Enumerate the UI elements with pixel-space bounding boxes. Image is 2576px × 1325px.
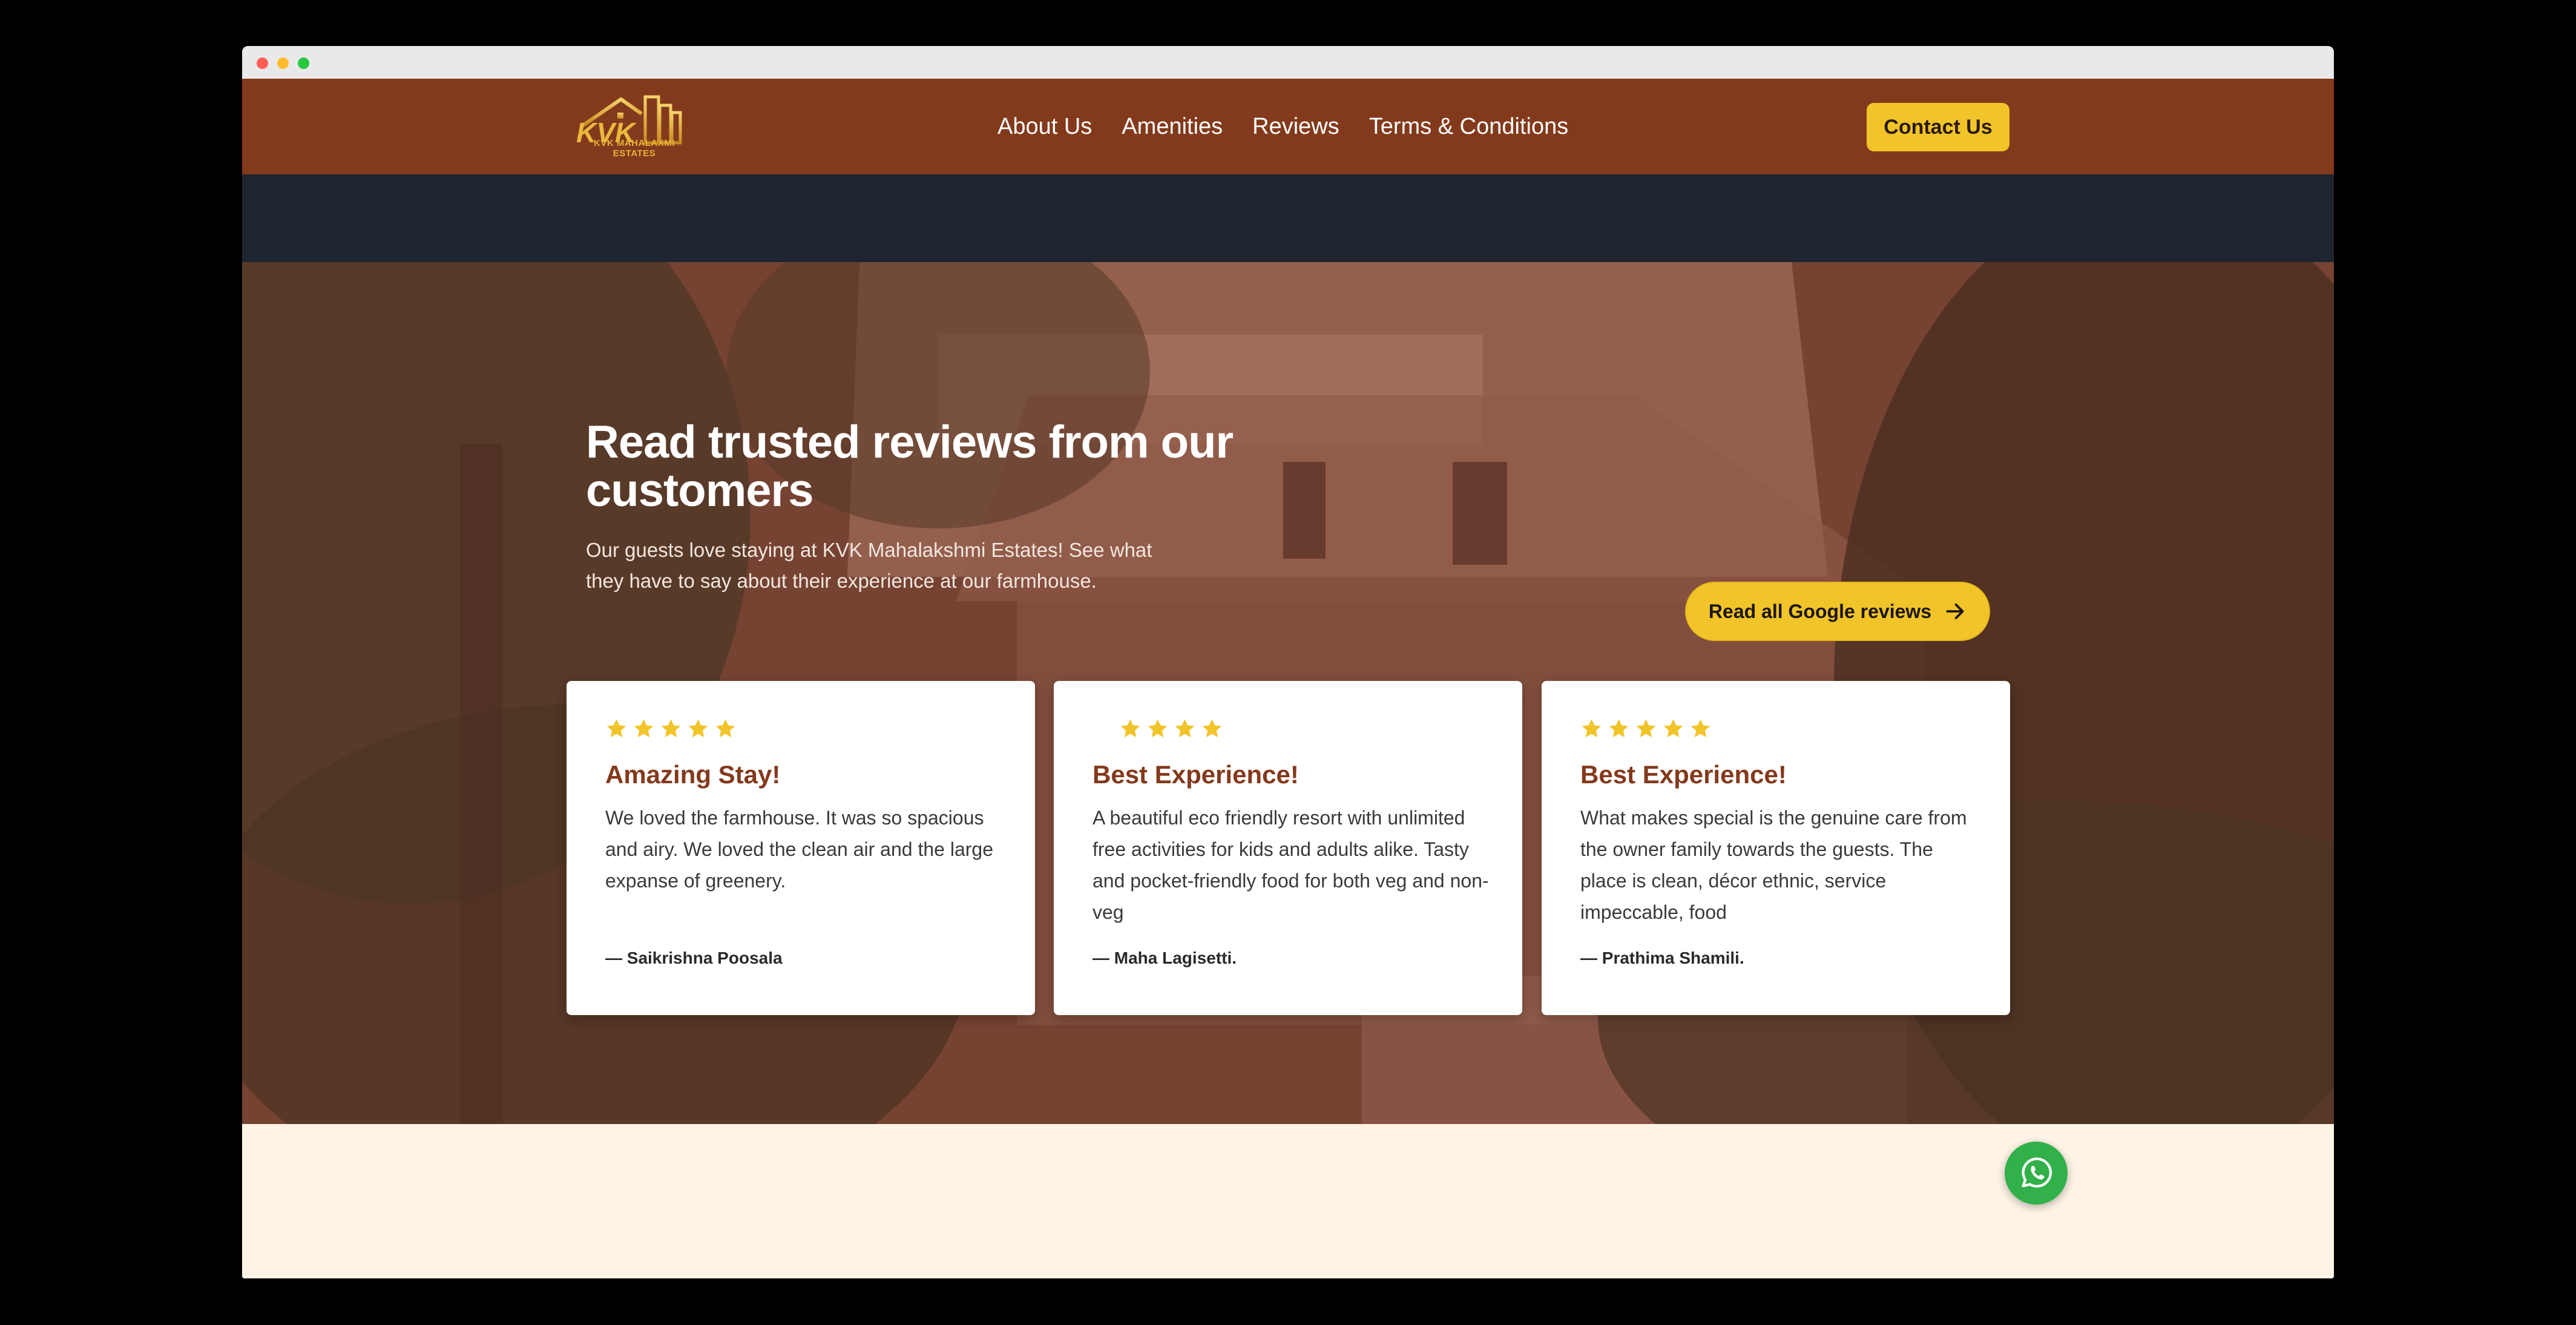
star-icon bbox=[1175, 719, 1195, 737]
star-icon bbox=[1582, 719, 1602, 737]
main-nav: About Us Amenities Reviews Terms & Condi… bbox=[997, 79, 1568, 174]
star-icon bbox=[1690, 719, 1710, 737]
hero-subtitle: Our guests love staying at KVK Mahalaksh… bbox=[586, 539, 1152, 592]
star-rating bbox=[1119, 717, 1223, 741]
maximize-window-button[interactable] bbox=[298, 58, 309, 69]
whatsapp-icon bbox=[2022, 1157, 2052, 1188]
review-text: What makes special is the genuine care f… bbox=[1580, 807, 1967, 923]
star-icon bbox=[715, 719, 735, 737]
star-icon bbox=[688, 719, 708, 737]
nav-amenities[interactable]: Amenities bbox=[1122, 114, 1223, 140]
close-window-button[interactable] bbox=[257, 58, 268, 69]
review-text: A beautiful eco friendly resort with unl… bbox=[1092, 807, 1489, 923]
nav-reviews[interactable]: Reviews bbox=[1252, 114, 1339, 140]
star-icon bbox=[1636, 719, 1656, 737]
review-title: Best Experience! bbox=[1092, 760, 1299, 789]
site-logo[interactable]: KVK KVK MAHALAXMI ESTATES bbox=[574, 88, 695, 160]
star-icon bbox=[1148, 719, 1168, 737]
site-header: KVK KVK MAHALAXMI ESTATES About Us Ameni… bbox=[242, 79, 2334, 174]
review-author: — Saikrishna Poosala bbox=[605, 949, 783, 967]
star-icon bbox=[1202, 719, 1222, 737]
star-icon bbox=[634, 719, 654, 737]
star-rating bbox=[1580, 717, 1712, 741]
nav-about-us[interactable]: About Us bbox=[997, 114, 1092, 140]
whatsapp-chat-button[interactable] bbox=[2005, 1142, 2068, 1205]
star-icon bbox=[1609, 719, 1629, 737]
arrow-right-icon bbox=[1946, 603, 1964, 619]
review-title: Amazing Stay! bbox=[605, 760, 781, 789]
logo-text: KVK MAHALAXMI ESTATES bbox=[594, 138, 675, 159]
google-button-label: Read all Google reviews bbox=[1708, 600, 1932, 622]
hero-title: Read trusted reviews from our customers bbox=[586, 416, 1234, 516]
review-author: — Maha Lagisetti. bbox=[1092, 949, 1237, 967]
star-icon bbox=[1663, 719, 1683, 737]
review-text: We loved the farmhouse. It was so spacio… bbox=[605, 807, 993, 892]
star-icon bbox=[1120, 719, 1140, 737]
reviews-hero: Read trusted reviews from our customers … bbox=[242, 262, 2334, 1124]
review-card: Best Experience! What makes special is t… bbox=[1542, 681, 2010, 1015]
minimize-window-button[interactable] bbox=[277, 58, 289, 69]
window-titlebar bbox=[242, 46, 2334, 79]
review-card: Amazing Stay! We loved the farmhouse. It… bbox=[567, 681, 1035, 1015]
header-spacer-band bbox=[242, 174, 2334, 262]
review-title: Best Experience! bbox=[1580, 760, 1787, 789]
star-rating bbox=[605, 717, 737, 741]
nav-terms-conditions[interactable]: Terms & Conditions bbox=[1369, 114, 1568, 140]
review-author: — Prathima Shamili. bbox=[1580, 949, 1744, 967]
read-google-reviews-button[interactable]: Read all Google reviews bbox=[1685, 582, 1990, 641]
star-icon bbox=[606, 719, 626, 737]
contact-us-button[interactable]: Contact Us bbox=[1867, 103, 2009, 151]
review-card: Best Experience! A beautiful eco friendl… bbox=[1054, 681, 1522, 1015]
star-icon bbox=[661, 719, 681, 737]
browser-window: KVK KVK MAHALAXMI ESTATES About Us Ameni… bbox=[242, 46, 2334, 1278]
